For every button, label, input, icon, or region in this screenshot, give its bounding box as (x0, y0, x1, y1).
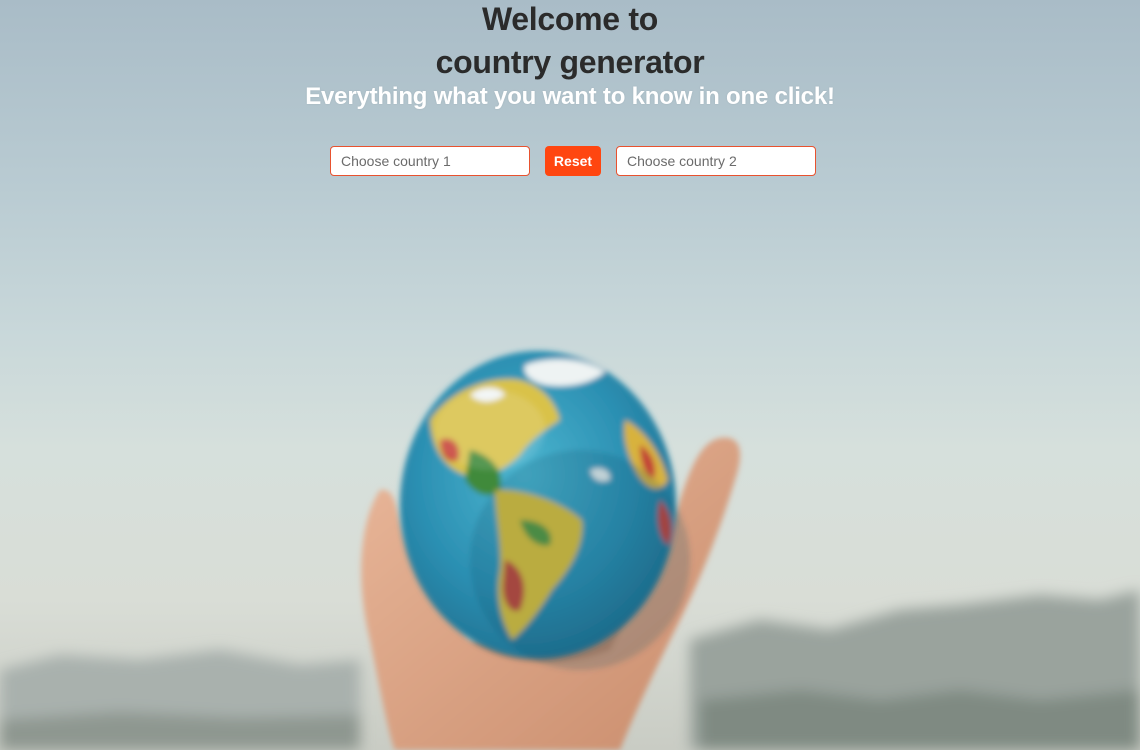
country-2-input[interactable] (616, 146, 816, 176)
hand-holding-globe-image (0, 351, 1140, 750)
background-photo (0, 0, 1140, 750)
country-controls: Reset (0, 146, 1140, 176)
page-subtitle: Everything what you want to know in one … (305, 83, 835, 110)
page-header: Welcome to country generator Everything … (0, 0, 1140, 112)
reset-button[interactable]: Reset (545, 146, 601, 176)
title-line-2: country generator (435, 44, 705, 80)
page-title: Welcome to country generator (0, 0, 1140, 82)
country-1-input[interactable] (330, 146, 530, 176)
title-line-1: Welcome to (481, 1, 658, 37)
